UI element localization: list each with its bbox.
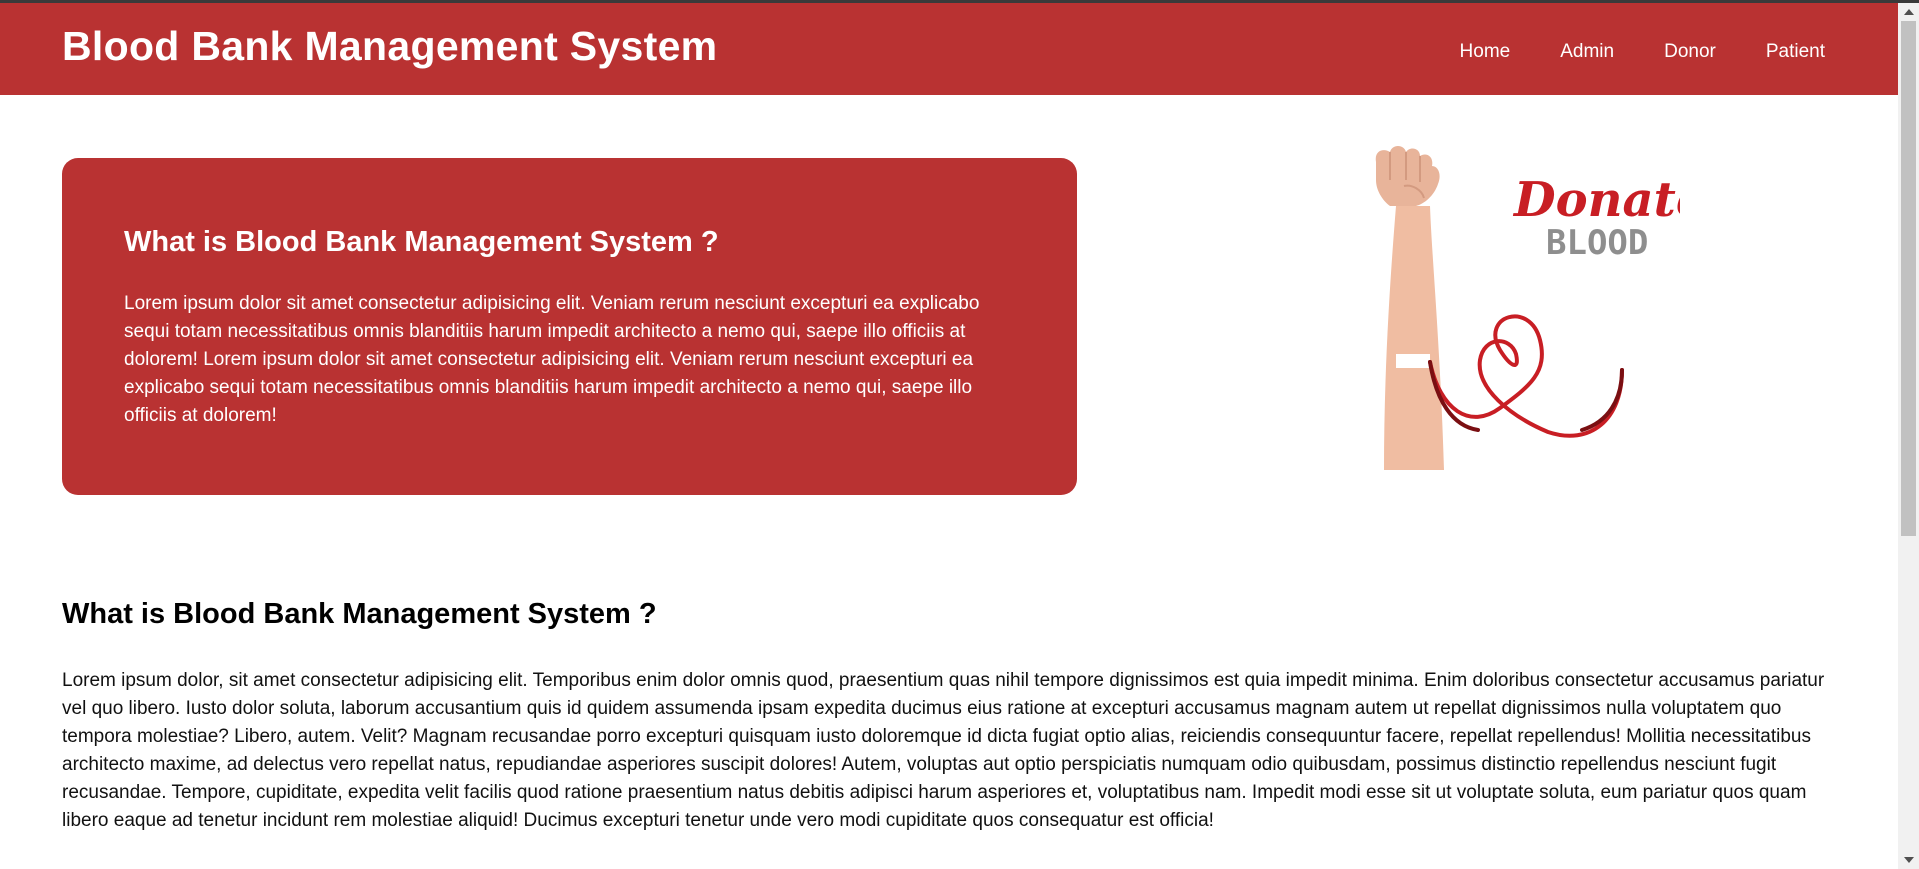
donate-word: Donate — [1512, 172, 1680, 228]
donate-blood-illustration: Donate BLOOD — [1375, 146, 1680, 470]
bandage-shape — [1396, 354, 1430, 368]
scroll-down-arrow-icon[interactable] — [1904, 857, 1914, 863]
page: Blood Bank Management System Home Admin … — [0, 0, 1898, 869]
scroll-thumb[interactable] — [1901, 21, 1916, 536]
nav-link-home[interactable]: Home — [1460, 41, 1511, 63]
navbar: Blood Bank Management System Home Admin … — [0, 3, 1898, 95]
blood-word: BLOOD — [1546, 223, 1648, 263]
hero-text: Lorem ipsum dolor sit amet consectetur a… — [124, 293, 980, 426]
arm-shape — [1384, 206, 1444, 470]
hero-title: What is Blood Bank Management System ? — [124, 226, 719, 258]
section-title: What is Blood Bank Management System ? — [62, 598, 657, 630]
fist-icon — [1375, 146, 1440, 206]
blood-tube-heart — [1428, 314, 1624, 438]
section-text: Lorem ipsum dolor, sit amet consectetur … — [62, 670, 1825, 831]
nav-link-donor[interactable]: Donor — [1664, 41, 1716, 63]
vertical-scrollbar[interactable] — [1898, 3, 1919, 869]
scroll-up-arrow-icon[interactable] — [1904, 9, 1914, 15]
nav-links: Home Admin Donor Patient — [1410, 41, 1825, 63]
nav-link-patient[interactable]: Patient — [1766, 41, 1825, 63]
nav-link-admin[interactable]: Admin — [1560, 41, 1614, 63]
brand-title[interactable]: Blood Bank Management System — [62, 23, 717, 70]
hero-card: What is Blood Bank Management System ? L… — [62, 158, 1077, 495]
